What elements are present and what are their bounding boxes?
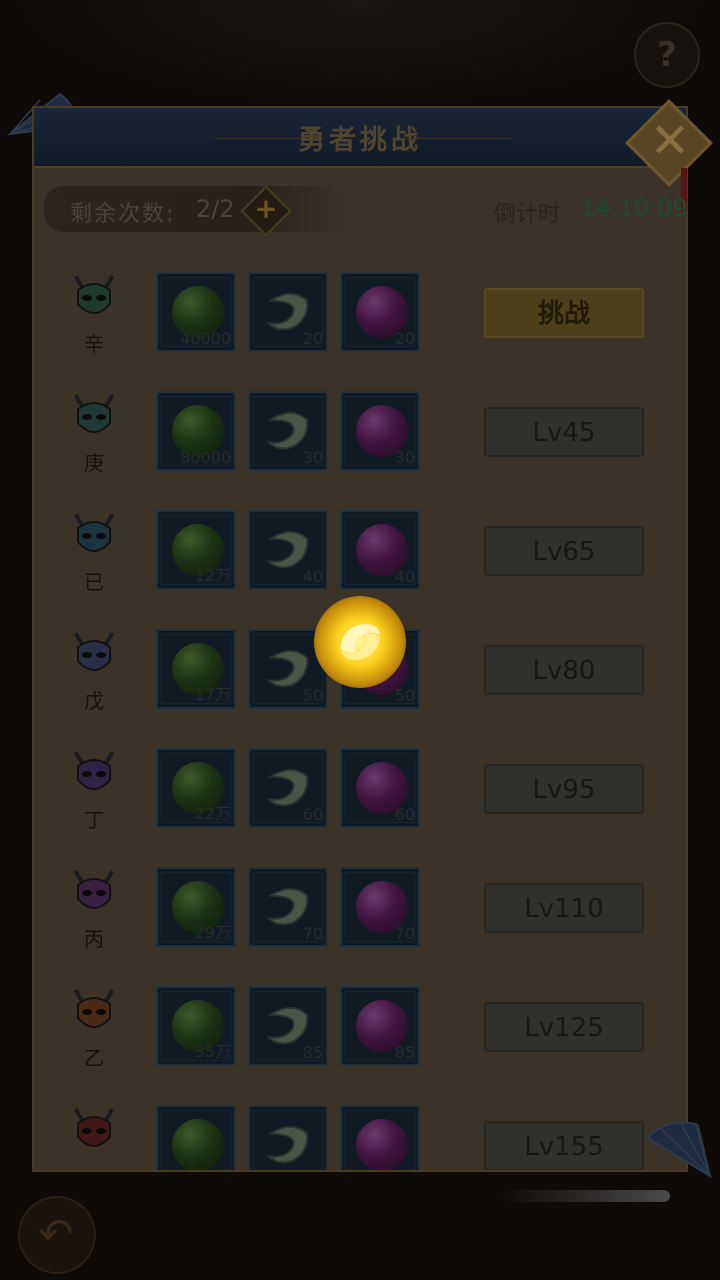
reward-slot[interactable]: 70 (340, 867, 420, 947)
reward-quantity: 80000 (180, 448, 231, 467)
level-locked-button[interactable]: Lv155 (484, 1121, 644, 1170)
reward-slot[interactable]: 60 (340, 748, 420, 828)
challenge-row: 乙 35万 85 85 Lv125 (60, 986, 660, 1096)
challenge-row: 辛 40000 20 20 挑战 (60, 272, 660, 382)
reward-slot[interactable]: 85 (248, 986, 328, 1066)
challenge-row: 庚 80000 30 30 Lv45 (60, 391, 660, 501)
reward-quantity: 30 (394, 448, 415, 467)
reward-slot[interactable] (156, 1105, 236, 1170)
reward-quantity: 20 (302, 329, 323, 348)
reward-slot[interactable]: 70 (248, 867, 328, 947)
reward-quantity: 22万 (194, 804, 231, 823)
reward-slot[interactable]: 80000 (156, 391, 236, 471)
reward-slot[interactable]: 40000 (156, 272, 236, 352)
boss-mask-icon (74, 275, 114, 314)
boss-name: 庚 (84, 451, 104, 475)
reward-slot[interactable]: 40 (340, 510, 420, 590)
level-locked-button[interactable]: Lv125 (484, 1002, 644, 1052)
challenge-row: Lv155 (60, 1105, 660, 1170)
boss-name: 辛 (84, 332, 104, 356)
reward-slot[interactable]: 30 (248, 391, 328, 471)
reward-quantity: 20 (394, 329, 415, 348)
reward-slot[interactable]: 40 (248, 510, 328, 590)
reward-quantity: 85 (394, 1043, 415, 1062)
reward-quantity: 85 (302, 1043, 323, 1062)
boss-mask-icon (74, 989, 114, 1028)
reward-slot[interactable]: 22万 (156, 748, 236, 828)
reward-slot[interactable]: 20 (340, 272, 420, 352)
reward-quantity: 60 (394, 805, 415, 824)
reward-slot[interactable]: 60 (248, 748, 328, 828)
level-locked-button[interactable]: Lv95 (484, 764, 644, 814)
challenge-row: 丁 22万 60 60 Lv95 (60, 748, 660, 858)
level-locked-button[interactable]: Lv110 (484, 883, 644, 933)
green-orb-icon (172, 1119, 224, 1170)
boss-mask-icon (74, 1108, 114, 1147)
reward-quantity: 70 (394, 924, 415, 943)
boss-name: 已 (84, 570, 104, 594)
reward-slot[interactable]: 20 (248, 272, 328, 352)
purple-orb-icon (356, 1119, 408, 1170)
reward-quantity: 12万 (194, 566, 231, 585)
reward-slot[interactable] (248, 1105, 328, 1170)
level-locked-button[interactable]: Lv65 (484, 526, 644, 576)
reward-quantity: 30 (302, 448, 323, 467)
boss-name: 丁 (84, 808, 104, 832)
boss-mask-icon (74, 513, 114, 552)
reward-slot[interactable]: 35万 (156, 986, 236, 1066)
reward-quantity: 60 (302, 805, 323, 824)
reward-quantity: 40000 (180, 329, 231, 348)
boss-name: 丙 (84, 927, 104, 951)
boss-mask-icon (74, 870, 114, 909)
level-locked-button[interactable]: Lv45 (484, 407, 644, 457)
reward-slot[interactable]: 17万 (156, 629, 236, 709)
level-locked-button[interactable]: Lv80 (484, 645, 644, 695)
fan-decoration-icon (646, 1121, 712, 1179)
boss-name: 戊 (84, 689, 104, 713)
reward-slot[interactable] (340, 1105, 420, 1170)
jade-crescent-icon (266, 1126, 309, 1164)
reward-quantity: 17万 (194, 685, 231, 704)
reward-quantity: 40 (302, 567, 323, 586)
reward-quantity: 40 (394, 567, 415, 586)
back-arrow-icon: ↶ (38, 1209, 74, 1258)
reward-quantity: 50 (394, 686, 415, 705)
challenge-list: 辛 40000 20 20 挑战庚 80000 30 30 Lv45 已 12万 40 40 Lv65 戊 1… (0, 0, 720, 1170)
reward-slot[interactable]: 85 (340, 986, 420, 1066)
reward-quantity: 50 (302, 686, 323, 705)
boss-name: 乙 (84, 1046, 104, 1070)
reward-quantity: 35万 (194, 1042, 231, 1061)
reward-quantity: 29万 (194, 923, 231, 942)
boss-mask-icon (74, 751, 114, 790)
reward-quantity: 70 (302, 924, 323, 943)
boss-mask-icon (74, 394, 114, 433)
challenge-button[interactable]: 挑战 (484, 288, 644, 338)
challenge-row: 丙 29万 70 70 Lv110 (60, 867, 660, 977)
reward-slot[interactable]: 30 (340, 391, 420, 471)
scroll-indicator (500, 1190, 670, 1202)
reward-slot[interactable]: 12万 (156, 510, 236, 590)
boss-mask-icon (74, 632, 114, 671)
swirl-icon (340, 624, 380, 660)
reward-slot[interactable]: 29万 (156, 867, 236, 947)
